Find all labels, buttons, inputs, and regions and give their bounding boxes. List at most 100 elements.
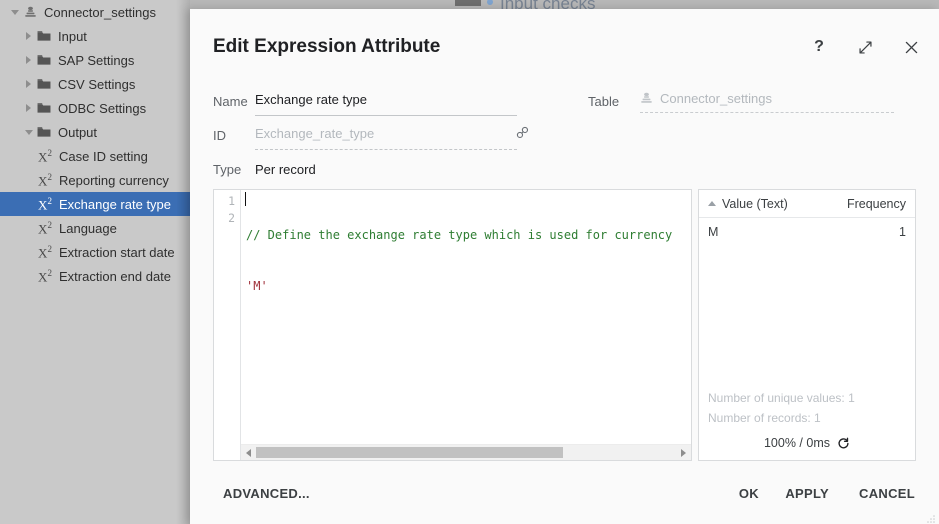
name-input[interactable]: Exchange rate type [255, 91, 517, 116]
table-icon [21, 0, 39, 24]
tree-item-sap-settings[interactable]: SAP Settings [0, 48, 190, 72]
column-header-value[interactable]: Value (Text) [722, 197, 847, 211]
statistics-header-row: Value (Text) Frequency [699, 190, 915, 218]
expression-icon: X2 [36, 192, 54, 216]
statistics-row-value: M [708, 225, 899, 239]
line-number: 2 [214, 210, 240, 227]
tree-item-label: Language [59, 221, 117, 236]
background-tab-segment [455, 0, 481, 6]
line-number: 1 [214, 193, 240, 210]
editor-gutter: 1 2 [214, 190, 241, 460]
advanced-button[interactable]: ADVANCED... [223, 486, 310, 501]
tree-item-exchange-rate-type[interactable]: X2 Exchange rate type [0, 192, 190, 216]
tree-item-odbc-settings[interactable]: ODBC Settings [0, 96, 190, 120]
tree-item-label: Output [58, 125, 97, 140]
close-icon[interactable] [901, 37, 921, 57]
tree-item-label: Extraction start date [59, 245, 175, 260]
expression-icon: X2 [36, 144, 54, 168]
tree-item-case-id-setting[interactable]: X2 Case ID setting [0, 144, 190, 168]
refresh-icon[interactable] [837, 437, 850, 450]
type-row: Type Per record [213, 159, 533, 177]
chevron-right-icon[interactable] [22, 48, 35, 72]
expression-editor[interactable]: 1 2 // Define the exchange rate type whi… [213, 189, 692, 461]
editor-code-area[interactable]: // Define the exchange rate type which i… [241, 190, 691, 460]
tree-item-extraction-start-date[interactable]: X2 Extraction start date [0, 240, 190, 264]
dialog-titlebar-actions: ? [809, 37, 921, 57]
expression-icon: X2 [36, 168, 54, 192]
chevron-right-icon[interactable] [22, 72, 35, 96]
table-icon [640, 92, 653, 105]
unique-values-count: Number of unique values: 1 [708, 388, 906, 408]
performance-text: 100% / 0ms [764, 436, 830, 450]
chevron-down-icon[interactable] [8, 0, 21, 24]
text-caret [245, 192, 246, 206]
scroll-left-arrow-icon[interactable] [241, 445, 256, 460]
tree-item-output[interactable]: Output [0, 120, 190, 144]
help-icon[interactable]: ? [809, 37, 829, 57]
tree-item-reporting-currency[interactable]: X2 Reporting currency [0, 168, 190, 192]
id-input-placeholder: Exchange_rate_type [255, 126, 374, 141]
tree-item-label: SAP Settings [58, 53, 134, 68]
tree-item-label: Reporting currency [59, 173, 169, 188]
folder-icon [35, 120, 53, 144]
expand-icon[interactable] [855, 37, 875, 57]
folder-icon [35, 96, 53, 120]
scrollbar-track[interactable] [256, 445, 676, 460]
tree-item-label: ODBC Settings [58, 101, 146, 116]
apply-button[interactable]: APPLY [785, 486, 829, 501]
table-row: Table Connector_settings [588, 91, 908, 113]
statistics-row-frequency: 1 [899, 225, 906, 239]
sort-ascending-icon[interactable] [708, 201, 716, 206]
id-input[interactable]: Exchange_rate_type [255, 125, 517, 150]
tree-item-label: CSV Settings [58, 77, 135, 92]
link-icon[interactable] [513, 123, 531, 141]
edit-expression-attribute-dialog: Edit Expression Attribute ? Name [190, 9, 939, 524]
ok-button[interactable]: OK [739, 486, 759, 501]
table-label: Table [588, 91, 640, 113]
scrollbar-thumb[interactable] [256, 447, 563, 458]
column-header-frequency[interactable]: Frequency [847, 197, 906, 211]
folder-icon [35, 24, 53, 48]
tree-item-label: Exchange rate type [59, 197, 171, 212]
tree-item-label: Case ID setting [59, 149, 148, 164]
code-line-string: 'M' [246, 279, 268, 293]
statistics-row[interactable]: M 1 [699, 218, 915, 239]
scroll-right-arrow-icon[interactable] [676, 445, 691, 460]
name-input-value: Exchange rate type [255, 92, 367, 107]
cancel-button[interactable]: CANCEL [859, 486, 915, 501]
table-input-value: Connector_settings [660, 91, 772, 106]
app-root: Input checks Connector_settings [0, 0, 939, 524]
folder-icon [35, 48, 53, 72]
tree-item-label: Connector_settings [44, 5, 156, 20]
chevron-right-icon[interactable] [22, 96, 35, 120]
performance-row: 100% / 0ms [708, 436, 906, 450]
id-row: ID Exchange_rate_type [213, 125, 533, 150]
tree-item-label: Extraction end date [59, 269, 171, 284]
type-value: Per record [255, 159, 316, 177]
statistics-footer: Number of unique values: 1 Number of rec… [699, 388, 915, 450]
dialog-title: Edit Expression Attribute [213, 36, 440, 58]
tree-item-label: Input [58, 29, 87, 44]
folder-icon [35, 72, 53, 96]
resize-grip[interactable] [926, 511, 936, 521]
expression-icon: X2 [36, 240, 54, 264]
id-label: ID [213, 125, 255, 150]
tree-item-input[interactable]: Input [0, 24, 190, 48]
editor-horizontal-scrollbar[interactable] [241, 444, 691, 460]
tree-item-csv-settings[interactable]: CSV Settings [0, 72, 190, 96]
chevron-down-icon[interactable] [22, 120, 35, 144]
sidebar-tree: Connector_settings Input SAP Setti [0, 0, 190, 524]
dialog-footer: ADVANCED... OK APPLY CANCEL [190, 464, 939, 524]
code-line-comment: // Define the exchange rate type which i… [246, 228, 672, 242]
table-input[interactable]: Connector_settings [640, 91, 894, 113]
records-count: Number of records: 1 [708, 408, 906, 428]
expression-icon: X2 [36, 216, 54, 240]
type-label: Type [213, 159, 255, 177]
name-row: Name Exchange rate type [213, 91, 533, 116]
tree-item-language[interactable]: X2 Language [0, 216, 190, 240]
value-statistics-panel: Value (Text) Frequency M 1 Number of uni… [698, 189, 916, 461]
tree-item-extraction-end-date[interactable]: X2 Extraction end date [0, 264, 190, 288]
background-tab-dot-icon [487, 0, 493, 5]
tree-item-connector-settings[interactable]: Connector_settings [0, 0, 190, 24]
chevron-right-icon[interactable] [22, 24, 35, 48]
